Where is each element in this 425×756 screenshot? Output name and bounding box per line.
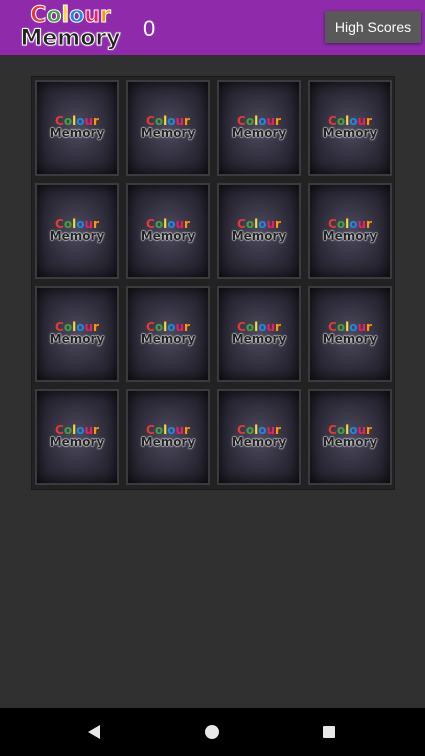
card-back-logo: Colour Memory <box>128 218 208 242</box>
memory-card[interactable]: Colour Memory <box>217 286 301 382</box>
home-icon[interactable] <box>205 725 219 739</box>
recent-apps-icon[interactable] <box>323 726 335 738</box>
memory-card[interactable]: Colour Memory <box>217 183 301 279</box>
card-back-logo: Colour Memory <box>37 218 117 242</box>
back-icon[interactable] <box>88 725 100 739</box>
card-logo-line-memory: Memory <box>140 126 196 140</box>
memory-card[interactable]: Colour Memory <box>308 389 392 485</box>
card-back-logo: Colour Memory <box>219 321 299 345</box>
card-logo-line-memory: Memory <box>140 435 196 449</box>
card-logo-line-memory: Memory <box>231 435 287 449</box>
colour-memory-logo: Colour Memory <box>18 4 123 54</box>
memory-card[interactable]: Colour Memory <box>217 80 301 176</box>
card-back-logo: Colour Memory <box>37 424 117 448</box>
card-logo-line-memory: Memory <box>49 435 105 449</box>
card-logo-line-memory: Memory <box>322 126 378 140</box>
card-back-logo: Colour Memory <box>219 424 299 448</box>
memory-card[interactable]: Colour Memory <box>217 389 301 485</box>
card-back-logo: Colour Memory <box>310 321 390 345</box>
card-logo-line-memory: Memory <box>140 332 196 346</box>
memory-card[interactable]: Colour Memory <box>35 183 119 279</box>
card-logo-line-memory: Memory <box>231 126 287 140</box>
card-logo-line-memory: Memory <box>49 332 105 346</box>
logo-line-colour: Colour <box>30 3 111 28</box>
card-back-logo: Colour Memory <box>310 115 390 139</box>
memory-card[interactable]: Colour Memory <box>308 286 392 382</box>
card-back-logo: Colour Memory <box>310 218 390 242</box>
card-back-logo: Colour Memory <box>37 321 117 345</box>
card-back-logo: Colour Memory <box>219 115 299 139</box>
card-back-logo: Colour Memory <box>219 218 299 242</box>
card-back-logo: Colour Memory <box>128 424 208 448</box>
card-logo-line-memory: Memory <box>231 332 287 346</box>
card-logo-line-memory: Memory <box>49 229 105 243</box>
card-logo-line-memory: Memory <box>322 332 378 346</box>
score-display: 0 <box>143 16 156 41</box>
memory-card[interactable]: Colour Memory <box>126 183 210 279</box>
card-back-logo: Colour Memory <box>37 115 117 139</box>
card-back-logo: Colour Memory <box>128 115 208 139</box>
memory-card[interactable]: Colour Memory <box>126 80 210 176</box>
card-logo-line-memory: Memory <box>322 435 378 449</box>
card-back-logo: Colour Memory <box>310 424 390 448</box>
card-logo-line-memory: Memory <box>140 229 196 243</box>
card-logo-line-memory: Memory <box>231 229 287 243</box>
high-scores-button[interactable]: High Scores <box>325 11 421 43</box>
android-nav-bar <box>0 708 425 756</box>
card-board: Colour Memory Colour Memory Colour Memory Colo… <box>31 76 395 490</box>
memory-card[interactable]: Colour Memory <box>308 183 392 279</box>
memory-card[interactable]: Colour Memory <box>35 80 119 176</box>
memory-card[interactable]: Colour Memory <box>126 286 210 382</box>
card-logo-line-memory: Memory <box>49 126 105 140</box>
app-bar: Colour Memory 0 High Scores <box>0 0 425 55</box>
memory-card[interactable]: Colour Memory <box>35 389 119 485</box>
logo-line-memory: Memory <box>20 26 121 51</box>
card-back-logo: Colour Memory <box>128 321 208 345</box>
memory-card[interactable]: Colour Memory <box>308 80 392 176</box>
memory-card[interactable]: Colour Memory <box>126 389 210 485</box>
card-logo-line-memory: Memory <box>322 229 378 243</box>
memory-card[interactable]: Colour Memory <box>35 286 119 382</box>
